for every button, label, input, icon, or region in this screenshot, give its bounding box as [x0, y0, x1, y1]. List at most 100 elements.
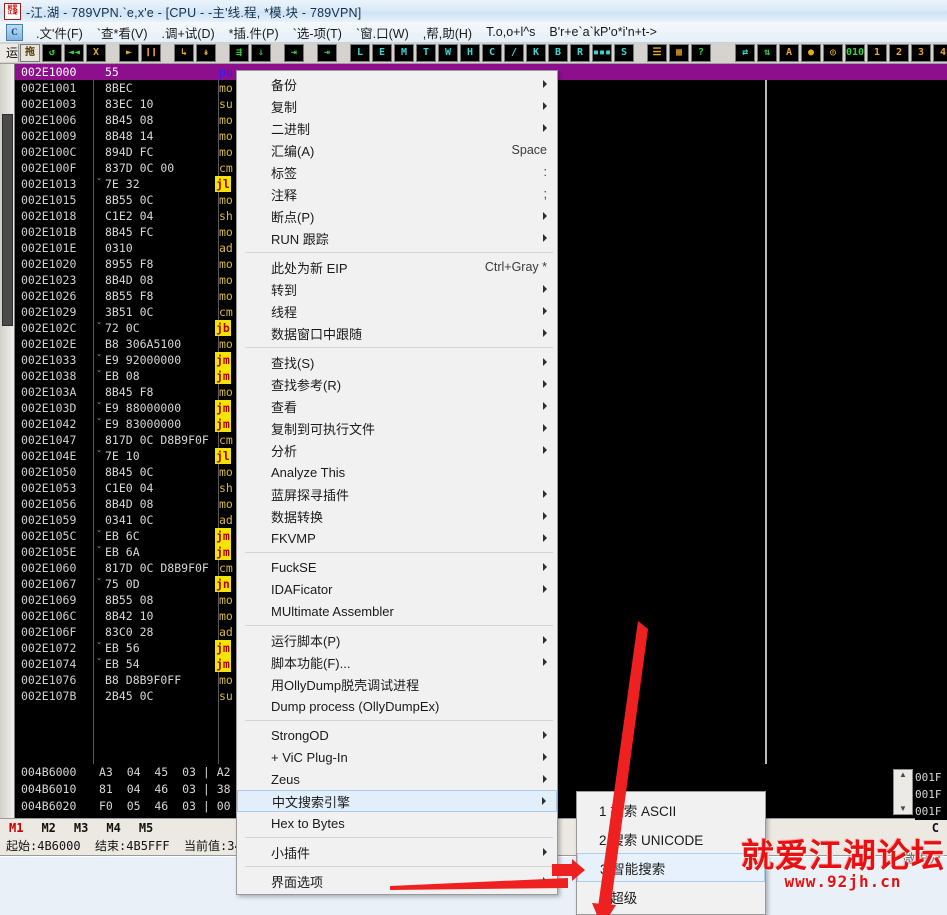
context-menu-item[interactable]: 断点(P)	[237, 205, 557, 227]
context-menu-item[interactable]: FuckSE	[237, 556, 557, 578]
menubar-item-2[interactable]: .调+试(D)	[155, 21, 222, 44]
context-menu-item[interactable]: Zeus	[237, 768, 557, 790]
breakpoints-button[interactable]: B	[548, 44, 569, 62]
scroll-down-icon[interactable]: ▼	[899, 804, 907, 814]
context-menu-item[interactable]: 转到	[237, 278, 557, 300]
context-menu-item[interactable]: 界面选项	[237, 870, 557, 892]
context-menu-item[interactable]: 二进制	[237, 117, 557, 139]
back-button[interactable]: ◄◄	[64, 44, 85, 62]
pause-button[interactable]: ❙❙	[141, 44, 162, 62]
record-button[interactable]: ●	[801, 44, 822, 62]
executable-modules-button[interactable]: E	[372, 44, 393, 62]
memory-tab-m4[interactable]: M4	[97, 821, 129, 835]
context-menu-item[interactable]: 脚本功能(F)...	[237, 651, 557, 673]
context-menu-item[interactable]: + ViC Plug-In	[237, 746, 557, 768]
chinese-search-engine-submenu[interactable]: 1 搜索 ASCII 2 搜索 UNICODE 3 智能搜索 4 超级	[576, 791, 766, 915]
call-stack-button[interactable]: K	[526, 44, 547, 62]
plugin-4-button[interactable]: 4	[933, 44, 947, 62]
patches-button[interactable]: /	[504, 44, 525, 62]
memory-tab-m5[interactable]: M5	[130, 821, 162, 835]
context-menu-item[interactable]: 线程	[237, 300, 557, 322]
context-menu-item[interactable]: 查找(S)	[237, 351, 557, 373]
trace-into-button[interactable]: ⇶	[229, 44, 250, 62]
plugin-2-button[interactable]: 2	[889, 44, 910, 62]
context-menu-item[interactable]: 汇编(A) Space	[237, 139, 557, 161]
target-button[interactable]: ◎	[823, 44, 844, 62]
windows-button[interactable]: W	[438, 44, 459, 62]
menubar-item-7[interactable]: T.o,o+l^s	[479, 23, 542, 41]
plugin-3-button[interactable]: 3	[911, 44, 932, 62]
menu-app-icon[interactable]: C	[6, 23, 23, 41]
context-menu-item[interactable]: 查看	[237, 395, 557, 417]
context-menu-item[interactable]: 中文搜索引擎	[237, 790, 557, 812]
menubar-item-6[interactable]: ,帮,助(H)	[416, 21, 479, 44]
context-menu-item[interactable]: IDAFicator	[237, 578, 557, 600]
context-menu-item[interactable]: 用OllyDump脱壳调试进程	[237, 673, 557, 695]
plugin-1-button[interactable]: 1	[867, 44, 888, 62]
context-menu-item[interactable]: 标签:	[237, 161, 557, 183]
step-over-button[interactable]: ↡	[196, 44, 217, 62]
context-menu-item[interactable]: FKVMP	[237, 527, 557, 549]
memory-map-button[interactable]: M	[394, 44, 415, 62]
context-menu-item[interactable]: 查找参考(R)	[237, 373, 557, 395]
context-menu-item[interactable]: Analyze This	[237, 461, 557, 483]
scroll-up-icon[interactable]: ▲	[899, 770, 907, 780]
context-menu-item[interactable]: Dump process (OllyDumpEx)	[237, 695, 557, 717]
context-menu-item[interactable]: 复制	[237, 95, 557, 117]
context-menu[interactable]: 备份 复制 二进制 汇编(A) Space 标签: 注释; 断点(P) RUN 跟踪 此处为新 E…	[236, 70, 558, 895]
run-trace-button[interactable]: ▪▪▪	[592, 44, 613, 62]
context-menu-item[interactable]: 此处为新 EIP Ctrl+Gray *	[237, 256, 557, 278]
context-menu-item[interactable]: 运行脚本(P)	[237, 629, 557, 651]
submenu-item[interactable]: 4 超级	[577, 882, 765, 911]
submenu-item[interactable]: 3 智能搜索	[577, 853, 765, 882]
menubar-item-4[interactable]: `选-项(T)	[286, 21, 349, 44]
help-button[interactable]: ?	[691, 44, 712, 62]
trace-over-button[interactable]: ⇓	[251, 44, 272, 62]
menubar-item-0[interactable]: .文'件(F)	[29, 21, 90, 44]
run-button[interactable]: ►	[119, 44, 140, 62]
memory-tab-m2[interactable]: M2	[32, 821, 64, 835]
submenu-item[interactable]: 1 搜索 ASCII	[577, 795, 765, 824]
context-menu-item[interactable]: Hex to Bytes	[237, 812, 557, 834]
menubar-item-5[interactable]: `窗.口(W)	[349, 21, 416, 44]
context-menu-item[interactable]: 数据转换	[237, 505, 557, 527]
context-menu-item[interactable]: 分析	[237, 439, 557, 461]
source-button[interactable]: S	[614, 44, 635, 62]
context-menu-item[interactable]: RUN 跟踪	[237, 227, 557, 249]
step-into-button[interactable]: ↳	[174, 44, 195, 62]
binary-button[interactable]: 010	[845, 44, 866, 62]
dump-scroll-gutter[interactable]	[0, 764, 15, 818]
go-to-button[interactable]: ⇥	[317, 44, 338, 62]
attach-button[interactable]: A	[779, 44, 800, 62]
updown-button[interactable]: ⇅	[757, 44, 778, 62]
context-menu-item[interactable]: MUltimate Assembler	[237, 600, 557, 622]
menubar-item-1[interactable]: `查*看(V)	[90, 21, 155, 44]
open-module-button[interactable]: 拖	[20, 44, 41, 62]
cpu-button[interactable]: C	[482, 44, 503, 62]
context-menu-item[interactable]: 复制到可执行文件	[237, 417, 557, 439]
context-menu-item[interactable]: 注释;	[237, 183, 557, 205]
disasm-scroll-thumb[interactable]	[2, 114, 13, 326]
context-menu-item[interactable]: StrongOD	[237, 724, 557, 746]
memory-tab-m3[interactable]: M3	[65, 821, 97, 835]
memory-tab-m1[interactable]: M1	[0, 821, 32, 835]
options-list-button[interactable]: ☰	[647, 44, 668, 62]
restart-button[interactable]: ↺	[42, 44, 63, 62]
menubar-item-3[interactable]: *插.件(P)	[222, 21, 286, 44]
submenu-item[interactable]: 2 搜索 UNICODE	[577, 824, 765, 853]
references-button[interactable]: R	[570, 44, 591, 62]
close-button[interactable]: X	[86, 44, 107, 62]
handles-button[interactable]: H	[460, 44, 481, 62]
context-menu-item[interactable]: 数据窗口中跟随	[237, 322, 557, 344]
disasm-scroll-gutter[interactable]	[0, 64, 15, 764]
log-window-button[interactable]: L	[350, 44, 371, 62]
threads-button[interactable]: T	[416, 44, 437, 62]
grid-button[interactable]: ▦	[669, 44, 690, 62]
menubar-item-8[interactable]: B'r+e`a`kP'o*i'n+t->	[542, 23, 664, 41]
context-menu-item[interactable]: 小插件	[237, 841, 557, 863]
context-menu-item[interactable]: 蓝屏探寻插件	[237, 483, 557, 505]
dump-vertical-scrollbar[interactable]: ▲ ▼	[893, 769, 913, 815]
swap-button[interactable]: ⇄	[735, 44, 756, 62]
context-menu-item[interactable]: 备份	[237, 73, 557, 95]
execute-till-return-button[interactable]: ⇥	[284, 44, 305, 62]
